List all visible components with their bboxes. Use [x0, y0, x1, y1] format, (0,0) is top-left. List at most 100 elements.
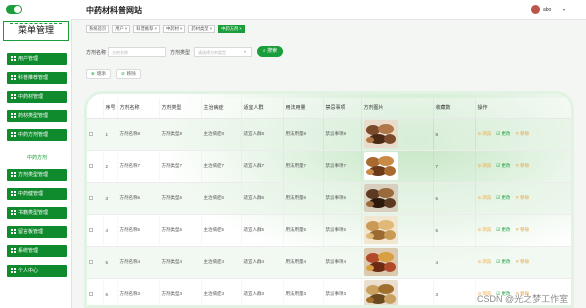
tab-6[interactable]: 中药方剂×	[218, 25, 245, 33]
table-row[interactable]: 1 方剂名称8 方剂类型8 主治病症8 适宜人群8 用法用量8 禁忌事项8 8 ⊙浏览 ☑更改 ✕移…	[87, 118, 571, 151]
cell-fav: 3	[433, 278, 475, 305]
edit-icon: ☑	[496, 227, 501, 232]
chevron-down-icon[interactable]: ▾	[563, 7, 565, 12]
sidebar-item-1[interactable]: 用户管理	[7, 53, 67, 65]
formula-type-label: 方剂类型	[170, 50, 191, 56]
sidebar-item-5[interactable]: 中药方剂管理	[7, 129, 67, 141]
tab-label: 药材类型	[191, 26, 209, 31]
sidebar-item-6[interactable]: 中药方剂	[7, 152, 67, 164]
add-button[interactable]: ⊕ 增添	[86, 69, 111, 79]
edit-button[interactable]: ☑更改	[496, 163, 510, 169]
tab-5[interactable]: 药材类型×	[188, 25, 216, 33]
view-label: 浏览	[482, 259, 492, 264]
sidebar-item-8[interactable]: 中药健管理	[7, 188, 67, 200]
select-all-cell	[87, 98, 104, 119]
delete-button[interactable]: ✕移除	[515, 163, 529, 169]
cell-type: 方剂类型3	[159, 278, 201, 305]
formula-image	[363, 120, 398, 148]
row-checkbox[interactable]	[89, 260, 93, 265]
tab-2[interactable]: 用户×	[112, 25, 131, 33]
view-button[interactable]: ⊙浏览	[478, 227, 492, 233]
delete-button[interactable]: ✕移除	[515, 131, 529, 137]
avatar[interactable]	[531, 5, 540, 14]
table-row[interactable]: 4 方剂名称5 方剂类型5 主治病症5 适宜人群5 用法用量5 禁忌事项5 5 ⊙浏览 ☑更改 ✕移…	[87, 214, 571, 247]
delete-button[interactable]: ✕移除	[515, 227, 529, 233]
cell-usage: 用法用量4	[283, 246, 323, 279]
close-icon[interactable]: ×	[180, 26, 183, 31]
cell-image	[361, 118, 433, 151]
tab-label: 用户	[115, 26, 124, 31]
tab-3[interactable]: 科普推荐×	[133, 25, 160, 33]
sidebar-item-3[interactable]: 中药材管理	[7, 91, 67, 103]
row-checkbox[interactable]	[89, 164, 93, 169]
cell-image	[361, 278, 433, 305]
view-button[interactable]: ⊙浏览	[478, 259, 492, 265]
sidebar-item-label: 留言板管理	[18, 229, 44, 235]
row-checkbox[interactable]	[89, 132, 93, 137]
close-icon: ✕	[515, 259, 520, 264]
cell-actions: ⊙浏览 ☑更改 ✕移除	[475, 150, 571, 183]
formula-name-input[interactable]	[108, 47, 166, 57]
cell-actions: ⊙浏览 ☑更改 ✕移除	[475, 246, 571, 279]
tab-1[interactable]: 系统首页	[86, 25, 110, 33]
close-icon: ✕	[515, 195, 520, 200]
sidebar-item-9[interactable]: 书籍类型管理	[7, 207, 67, 219]
close-icon[interactable]: ×	[239, 26, 242, 31]
sidebar-item-7[interactable]: 方剂类型管理	[7, 169, 67, 181]
cell-taboo: 禁忌事项5	[323, 214, 361, 247]
sidebar-item-label: 科普推荐管理	[18, 75, 49, 81]
sidebar-toggle[interactable]	[6, 5, 22, 14]
close-icon[interactable]: ×	[125, 26, 128, 31]
close-icon[interactable]: ×	[210, 26, 213, 31]
close-icon[interactable]: ×	[154, 26, 157, 31]
grid-icon	[11, 191, 16, 196]
sidebar-item-12[interactable]: 个人中心	[7, 265, 67, 277]
cell-no: 1	[103, 118, 117, 151]
username[interactable]: abo	[543, 7, 551, 13]
sidebar-item-label: 书籍类型管理	[18, 210, 49, 216]
table-row[interactable]: 2 方剂名称7 方剂类型7 主治病症7 适宜人群7 用法用量7 禁忌事项7 7 ⊙浏览 ☑更改 ✕移…	[87, 150, 571, 183]
view-button[interactable]: ⊙浏览	[478, 195, 492, 201]
tab-4[interactable]: 中药材×	[163, 25, 186, 33]
cell-name: 方剂名称3	[117, 278, 159, 305]
sidebar-item-2[interactable]: 科普推荐管理	[7, 72, 67, 84]
edit-button[interactable]: ☑更改	[496, 195, 510, 201]
cell-taboo: 禁忌事项4	[323, 246, 361, 279]
grid-icon	[11, 94, 16, 99]
add-button-label: 增添	[96, 71, 106, 76]
sidebar-item-label: 中药方剂管理	[18, 132, 49, 138]
view-button[interactable]: ⊙浏览	[478, 163, 492, 169]
chevron-down-icon: ▾	[244, 49, 247, 54]
watermark: CSDN @光之梦工作室	[477, 294, 569, 304]
search-button[interactable]: ⌕ 搜索	[257, 46, 283, 57]
cell-name: 方剂名称8	[117, 118, 159, 151]
formula-image	[363, 280, 398, 305]
cell-disease: 主治病症5	[201, 214, 241, 247]
trash-icon: ⊘	[121, 71, 125, 76]
row-checkbox[interactable]	[89, 196, 93, 201]
close-icon: ✕	[515, 131, 520, 136]
cell-people: 适宜人群7	[241, 150, 283, 183]
cell-no: 5	[103, 246, 117, 279]
cell-taboo: 禁忌事项3	[323, 278, 361, 305]
cell-fav: 4	[433, 246, 475, 279]
view-button[interactable]: ⊙浏览	[478, 131, 492, 137]
delete-label: 移除	[520, 195, 530, 200]
sidebar-item-11[interactable]: 系统管理	[7, 245, 67, 257]
delete-button[interactable]: ✕移除	[515, 259, 529, 265]
sidebar-item-label: 个人中心	[18, 268, 39, 274]
table-row[interactable]: 3 方剂名称6 方剂类型6 主治病症6 适宜人群6 用法用量6 禁忌事项6 6 ⊙浏览 ☑更改 ✕移…	[87, 182, 571, 215]
edit-button[interactable]: ☑更改	[496, 227, 510, 233]
sidebar-item-4[interactable]: 药材类型管理	[7, 110, 67, 122]
edit-button[interactable]: ☑更改	[496, 131, 510, 137]
cell-taboo: 禁忌事项8	[323, 118, 361, 151]
sidebar-item-10[interactable]: 留言板管理	[7, 226, 67, 238]
delete-button[interactable]: ⊘ 移除	[116, 69, 141, 79]
delete-button[interactable]: ✕移除	[515, 195, 529, 201]
grid-icon	[11, 56, 16, 61]
edit-button[interactable]: ☑更改	[496, 259, 510, 265]
row-checkbox[interactable]	[89, 292, 93, 297]
row-checkbox[interactable]	[89, 228, 93, 233]
table-row[interactable]: 5 方剂名称4 方剂类型4 主治病症4 适宜人群4 用法用量4 禁忌事项4 4 ⊙浏览 ☑更改 ✕移…	[87, 246, 571, 279]
cell-name: 方剂名称4	[117, 246, 159, 279]
